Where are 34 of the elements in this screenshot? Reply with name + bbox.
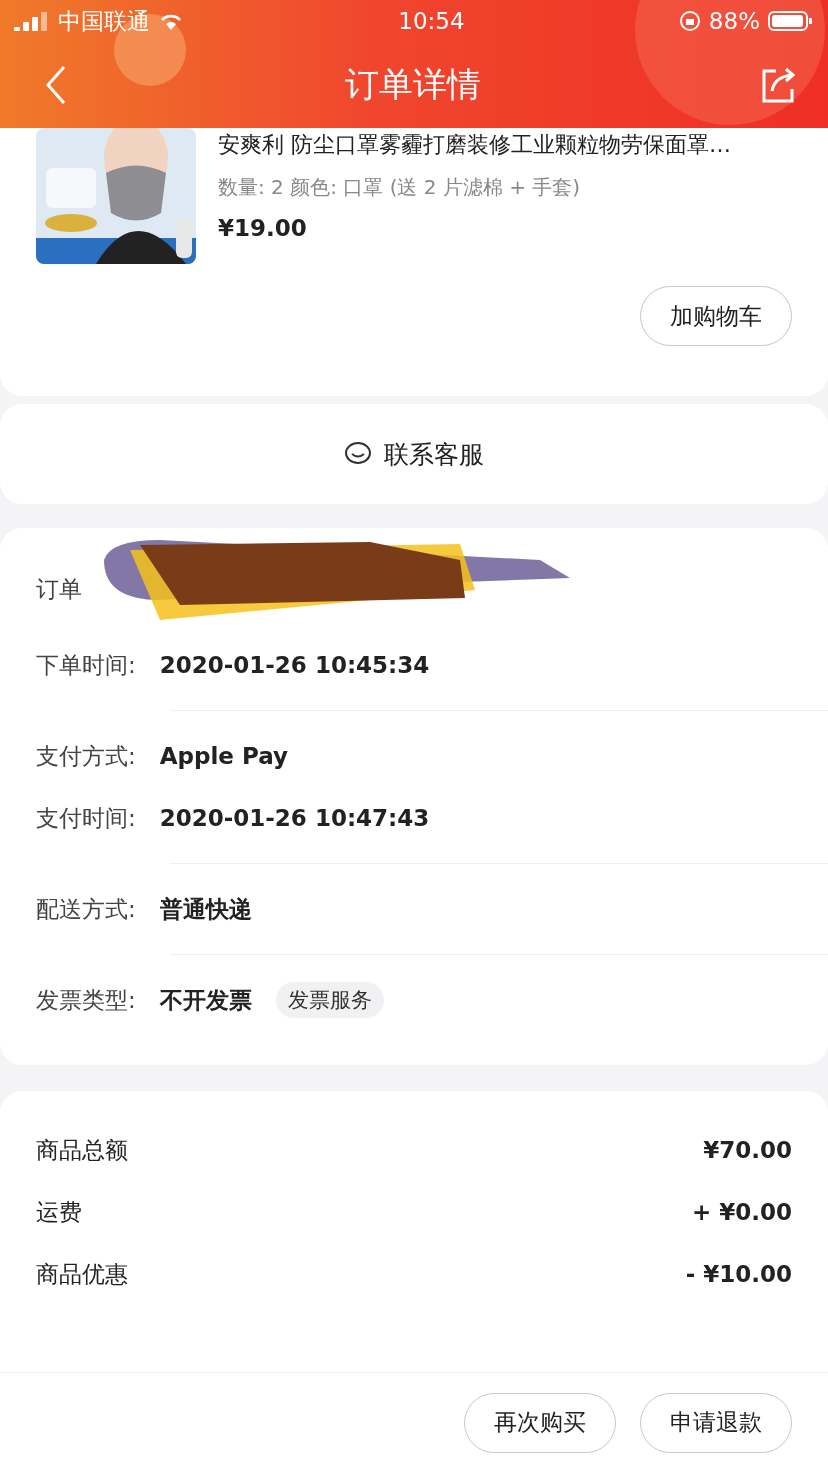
- amount-value: ¥70.00: [703, 1137, 792, 1163]
- rotation-lock-icon: [678, 10, 701, 32]
- page-title: 订单详情: [345, 63, 481, 106]
- field-value: Apple Pay: [159, 743, 288, 769]
- refund-button[interactable]: 申请退款: [640, 1392, 792, 1453]
- amount-value: - ¥10.00: [685, 1261, 792, 1287]
- product-price: ¥19.00: [218, 215, 308, 241]
- field-label: 订单: [36, 574, 82, 604]
- back-icon[interactable]: [44, 65, 68, 105]
- chat-icon: [344, 441, 372, 467]
- product-title: 安爽利 防尘口罩雾霾打磨装修工业颗粒物劳保面罩…: [218, 131, 731, 159]
- amount-label: 商品优惠: [36, 1259, 128, 1289]
- field-label: 配送方式:: [36, 894, 136, 924]
- amount-label: 运费: [36, 1197, 82, 1227]
- field-label: 发票类型:: [36, 985, 136, 1015]
- field-value: 普通快递: [159, 894, 252, 924]
- buy-again-button[interactable]: 再次购买: [464, 1392, 616, 1453]
- field-value: 2020-01-26 10:45:34: [159, 652, 430, 678]
- field-value: 2020-01-26 10:47:43: [159, 805, 430, 831]
- amount-value: + ¥0.00: [691, 1199, 792, 1225]
- invoice-service-tag[interactable]: 发票服务: [275, 982, 384, 1018]
- battery-icon: [768, 10, 814, 32]
- product-specs: 数量: 2 颜色: 口罩 (送 2 片滤棉 + 手套): [218, 174, 582, 201]
- field-value: 不开发票: [159, 985, 252, 1015]
- field-label: 支付时间:: [36, 803, 136, 833]
- field-label: 下单时间:: [36, 650, 136, 680]
- amount-label: 商品总额: [36, 1135, 128, 1165]
- clock: 10:54: [398, 8, 465, 34]
- signal-icon: [14, 11, 50, 31]
- battery-percent: 88%: [708, 8, 760, 34]
- field-label: 支付方式:: [36, 741, 136, 771]
- contact-service-button[interactable]: 联系客服: [0, 404, 828, 504]
- add-to-cart-button[interactable]: 加购物车: [640, 286, 792, 346]
- carrier-name: 中国联通: [58, 6, 150, 36]
